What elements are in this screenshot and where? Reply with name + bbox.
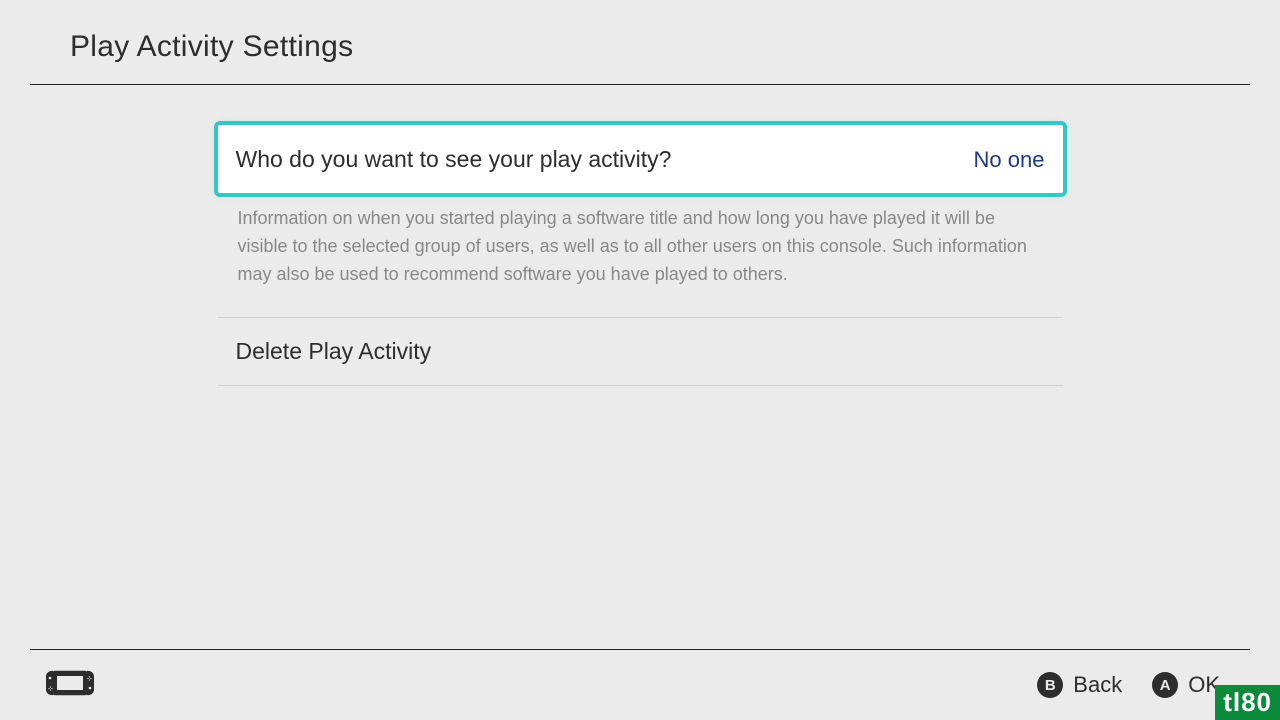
visibility-description: Information on when you started playing … [218, 193, 1063, 317]
visibility-setting-row[interactable]: Who do you want to see your play activit… [218, 125, 1063, 193]
delete-activity-row[interactable]: Delete Play Activity [218, 317, 1063, 386]
visibility-setting-value: No one [974, 147, 1045, 173]
ok-button[interactable]: A OK [1152, 672, 1220, 698]
footer: B Back A OK [0, 649, 1280, 720]
watermark: tl80 [1215, 685, 1280, 720]
visibility-setting-label: Who do you want to see your play activit… [236, 146, 672, 173]
back-label: Back [1073, 672, 1122, 698]
controller-icon [46, 670, 94, 701]
b-button-icon: B [1037, 672, 1063, 698]
a-button-icon: A [1152, 672, 1178, 698]
back-button[interactable]: B Back [1037, 672, 1122, 698]
content-area: Who do you want to see your play activit… [0, 85, 1280, 386]
delete-activity-label: Delete Play Activity [236, 338, 432, 365]
page-title: Play Activity Settings [70, 30, 1210, 64]
